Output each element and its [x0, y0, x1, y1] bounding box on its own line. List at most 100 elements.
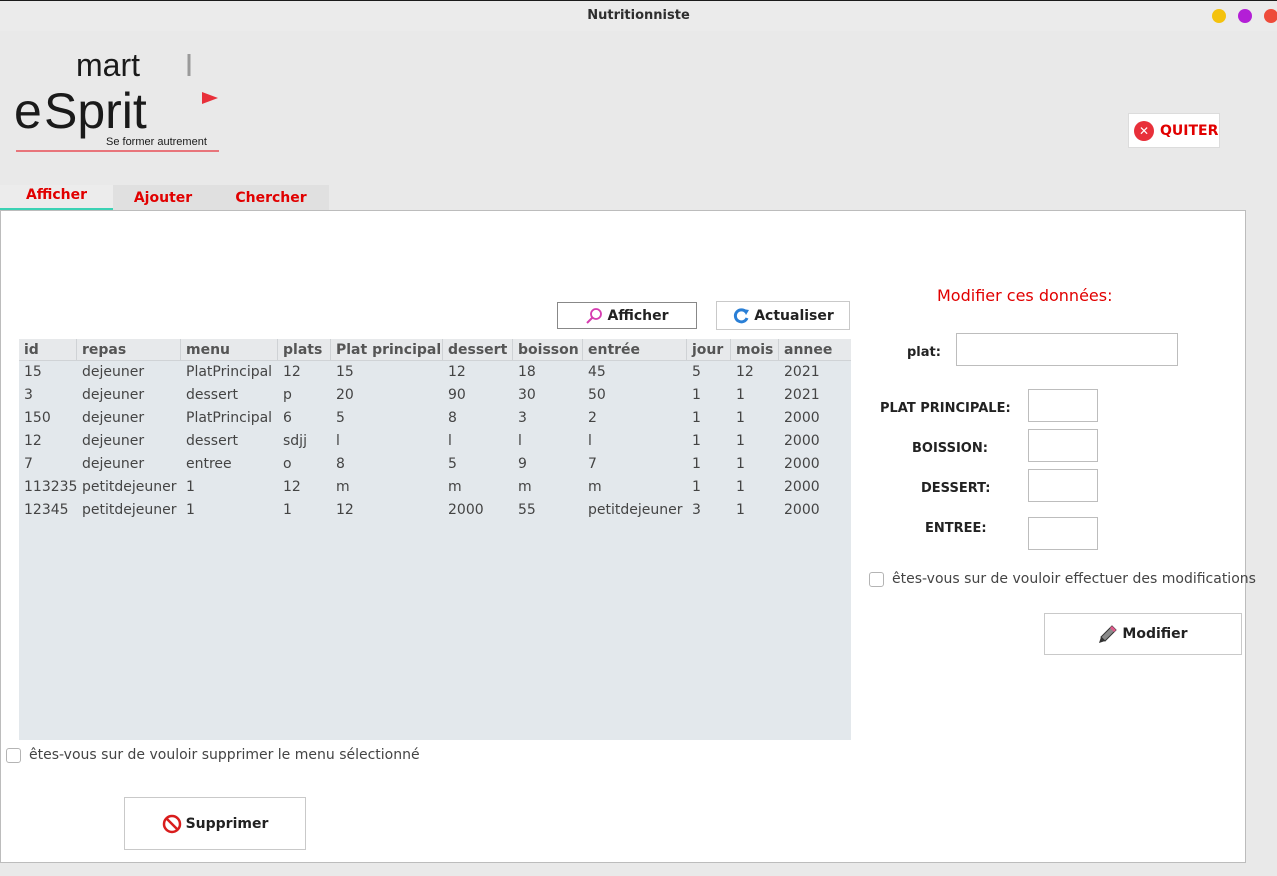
table-cell: 3	[692, 502, 701, 518]
plat-input[interactable]	[956, 333, 1178, 366]
table-cell: 1	[186, 502, 195, 518]
afficher-label: Afficher	[607, 307, 669, 324]
table-row[interactable]: 7 dejeuner entree o 8 5 9 7 1 1 2000	[19, 453, 851, 476]
table-cell: 8	[448, 410, 457, 426]
tab-bar: Afficher Ajouter Chercher	[0, 185, 329, 211]
col-id[interactable]: id	[19, 339, 77, 360]
table-cell: o	[283, 456, 292, 472]
table-cell: 5	[448, 456, 457, 472]
table-cell: 1	[692, 433, 701, 449]
table-cell: 12	[336, 502, 354, 518]
table-cell: 1	[692, 387, 701, 403]
table-row[interactable]: 12 dejeuner dessert sdjj l l l l 1 1 2000	[19, 430, 851, 453]
col-dessert[interactable]: dessert	[443, 339, 513, 360]
table-cell: 3	[24, 387, 33, 403]
tab-ajouter[interactable]: Ajouter	[113, 185, 213, 211]
table-cell: 1	[736, 387, 745, 403]
minimize-button[interactable]	[1212, 9, 1226, 23]
table-cell: 113235	[24, 479, 77, 495]
plat-principale-input[interactable]	[1028, 389, 1098, 422]
table-cell: 2000	[784, 433, 820, 449]
table-cell: 12	[448, 364, 466, 380]
table-cell: 5	[692, 364, 701, 380]
table-cell: petitdejeuner	[82, 502, 177, 518]
table-cell: 55	[518, 502, 536, 518]
table-cell: 12	[24, 433, 42, 449]
modify-confirm-checkbox[interactable]: êtes-vous sur de vouloir effectuer des m…	[869, 571, 1256, 587]
col-entree[interactable]: entrée	[583, 339, 687, 360]
table-row[interactable]: 150 dejeuner PlatPrincipal 6 5 8 3 2 1 1 2000	[19, 407, 851, 430]
boisson-input[interactable]	[1028, 429, 1098, 462]
dessert-input[interactable]	[1028, 469, 1098, 502]
tab-chercher[interactable]: Chercher	[213, 185, 329, 211]
table-cell: 12	[736, 364, 754, 380]
table-cell: 2000	[784, 479, 820, 495]
logo-text-left: e	[14, 83, 42, 139]
table-cell: l	[448, 433, 452, 449]
table-cell: m	[336, 479, 350, 495]
table-cell: dejeuner	[82, 433, 145, 449]
table-cell: 50	[588, 387, 606, 403]
table-cell: p	[283, 387, 292, 403]
table-cell: 20	[336, 387, 354, 403]
table-cell: 15	[336, 364, 354, 380]
table-cell: petitdejeuner	[588, 502, 683, 518]
afficher-button[interactable]: Afficher	[557, 302, 697, 329]
col-mois[interactable]: mois	[731, 339, 779, 360]
table-cell: dessert	[186, 433, 238, 449]
table-cell: 8	[336, 456, 345, 472]
actualiser-button[interactable]: Actualiser	[716, 301, 850, 330]
maximize-button[interactable]	[1238, 9, 1252, 23]
table-cell: dejeuner	[82, 456, 145, 472]
col-plat-principal[interactable]: Plat principal	[331, 339, 443, 360]
logo-tagline: Se former autrement	[106, 136, 207, 148]
table-cell: 1	[692, 456, 701, 472]
modifier-button[interactable]: Modifier	[1044, 613, 1242, 655]
table-cell: 1	[736, 456, 745, 472]
close-circle-icon: ✕	[1134, 120, 1154, 141]
magnifier-icon	[586, 307, 603, 324]
logo-flag-icon	[202, 92, 218, 104]
table-cell: l	[588, 433, 592, 449]
tab-afficher[interactable]: Afficher	[0, 185, 113, 211]
delete-confirm-label: êtes-vous sur de vouloir supprimer le me…	[29, 747, 420, 763]
table-cell: 2000	[784, 456, 820, 472]
table-cell: m	[448, 479, 462, 495]
table-cell: 1	[736, 479, 745, 495]
logo-text-main: Sprit	[44, 83, 147, 139]
boisson-label: BOISSION:	[912, 441, 988, 456]
col-menu[interactable]: menu	[181, 339, 278, 360]
menu-table[interactable]: id repas menu plats Plat principal desse…	[19, 339, 851, 740]
col-plats[interactable]: plats	[278, 339, 331, 360]
table-cell: 2	[588, 410, 597, 426]
no-entry-icon	[162, 814, 181, 833]
table-cell: petitdejeuner	[82, 479, 177, 495]
col-annee[interactable]: annee	[779, 339, 851, 360]
table-row[interactable]: 15 dejeuner PlatPrincipal 12 15 12 18 45 5 12 2021	[19, 361, 851, 384]
quit-button[interactable]: ✕ QUITER	[1128, 113, 1220, 148]
table-cell: PlatPrincipal	[186, 364, 273, 380]
table-cell: 6	[283, 410, 292, 426]
checkbox-box[interactable]	[869, 571, 884, 587]
table-cell: 1	[736, 410, 745, 426]
table-cell: 5	[336, 410, 345, 426]
window-title: Nutritionniste	[587, 8, 690, 23]
plat-label: plat:	[907, 345, 941, 360]
col-boisson[interactable]: boisson	[513, 339, 583, 360]
col-repas[interactable]: repas	[77, 339, 181, 360]
delete-confirm-checkbox[interactable]: êtes-vous sur de vouloir supprimer le me…	[6, 747, 420, 763]
table-cell: 90	[448, 387, 466, 403]
table-cell: 9	[518, 456, 527, 472]
table-row[interactable]: 113235 petitdejeuner 1 12 m m m m 1 1 2000	[19, 476, 851, 499]
table-cell: 7	[588, 456, 597, 472]
table-row[interactable]: 3 dejeuner dessert p 20 90 30 50 1 1 2021	[19, 384, 851, 407]
supprimer-button[interactable]: Supprimer	[124, 797, 306, 850]
col-jour[interactable]: jour	[687, 339, 731, 360]
modify-confirm-label: êtes-vous sur de vouloir effectuer des m…	[892, 571, 1256, 587]
entree-input[interactable]	[1028, 517, 1098, 550]
plat-principale-label: PLAT PRINCIPALE:	[880, 401, 1011, 416]
table-row[interactable]: 12345 petitdejeuner 1 1 12 2000 55 petitdejeune…	[19, 499, 851, 522]
title-bar: Nutritionniste	[0, 0, 1277, 31]
close-window-button[interactable]	[1264, 9, 1277, 23]
checkbox-box[interactable]	[6, 747, 21, 763]
